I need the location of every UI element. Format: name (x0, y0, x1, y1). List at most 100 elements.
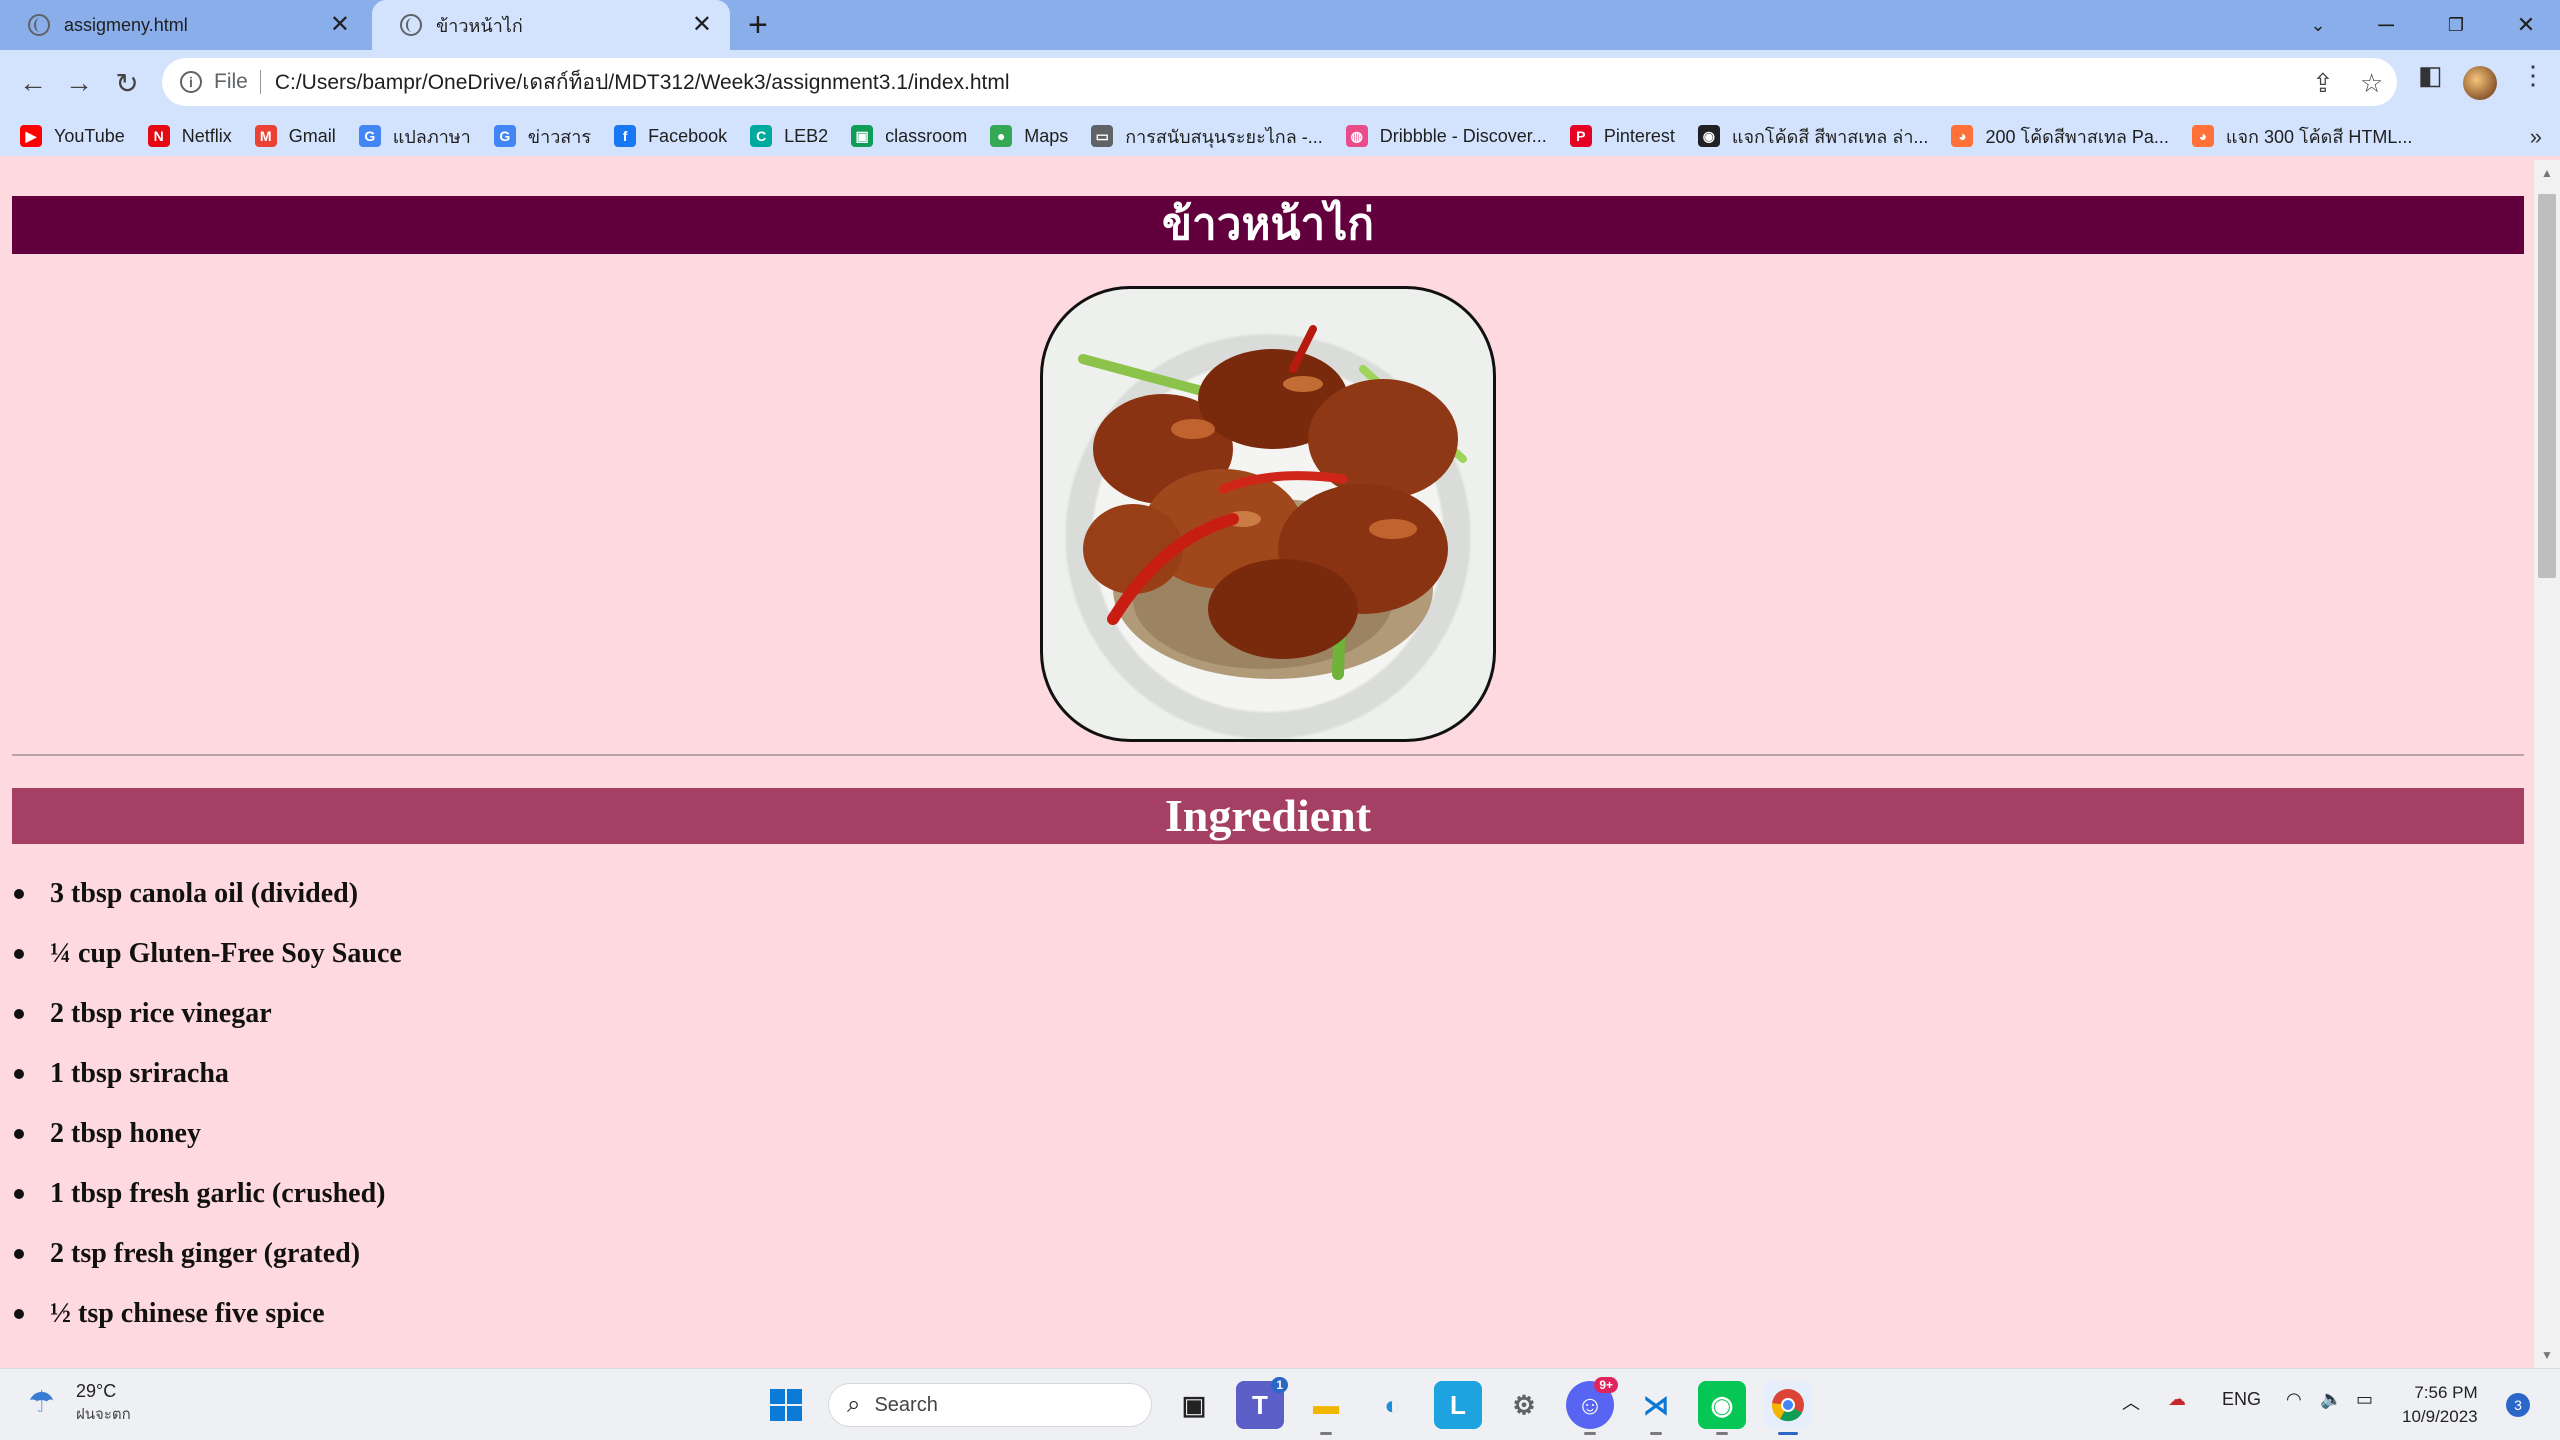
bookmark-globe[interactable]: ◉ แจกโค้ดสี สีพาสเทล ล่า... (1697, 122, 1929, 151)
volume-icon[interactable]: 🔈 (2320, 1389, 2342, 1410)
remote-support-icon: ▭ (1091, 125, 1114, 147)
ingredient-item: 2 tsp fresh ginger (grated) (12, 1224, 402, 1284)
bookmark-label: การสนับสนุนระยะไกล -... (1125, 126, 1323, 147)
minimize-button[interactable]: ─ (2356, 0, 2416, 50)
task-view-icon[interactable]: ▣ (1170, 1381, 1218, 1429)
globe-icon (28, 14, 50, 36)
netflix-icon: N (147, 125, 170, 147)
bullet-icon (14, 1249, 24, 1259)
discord-icon[interactable]: ☺ 9+ (1566, 1377, 1618, 1435)
close-tab-icon[interactable]: ✕ (330, 13, 350, 37)
bookmark-pinterest[interactable]: P Pinterest (1569, 125, 1675, 147)
tab-assigmeny[interactable]: assigmeny.html ✕ (0, 0, 368, 50)
settings-gear-icon[interactable]: ⚙ (1500, 1381, 1548, 1429)
globe-icon (400, 14, 422, 36)
facebook-icon: f (614, 125, 637, 147)
ingredient-item: 2 tbsp honey (12, 1104, 402, 1164)
teams-badge: 1 (1271, 1377, 1288, 1393)
bookmark-maps[interactable]: ● Maps (990, 125, 1068, 147)
ingredient-text: 2 tbsp rice vinegar (50, 998, 272, 1029)
battery-icon[interactable]: ▭ (2356, 1389, 2373, 1410)
tab-chicken-rice[interactable]: ข้าวหน้าไก่ ✕ (372, 0, 730, 50)
share-icon[interactable]: ⇪ (2312, 68, 2334, 99)
weather-temp: 29°C (76, 1381, 117, 1401)
classroom-icon: ▣ (851, 125, 874, 147)
chrome-icon[interactable] (1764, 1381, 1812, 1435)
bookmark-star-icon[interactable]: ☆ (2360, 68, 2383, 99)
bookmark-netflix[interactable]: N Netflix (147, 125, 232, 147)
bookmark-youtube[interactable]: ▶ YouTube (20, 125, 125, 147)
bookmark-facebook[interactable]: f Facebook (614, 125, 727, 147)
tab-strip: assigmeny.html ✕ ข้าวหน้าไก่ ✕ + ⌄ ─ ❐ ✕ (0, 0, 2560, 50)
taskbar-search-input[interactable]: ⌕ Search (828, 1383, 1152, 1427)
line-icon[interactable]: ◉ (1698, 1381, 1746, 1435)
bookmark-firefox[interactable]: ◕ แจก 300 โค้ดสี HTML... (2191, 122, 2412, 151)
url-text[interactable]: C:/Users/bampr/OneDrive/เดสก์ท็อป/MDT312… (275, 66, 1010, 99)
more-bookmarks-icon[interactable]: » (2530, 124, 2542, 150)
bookmark-label: แจกโค้ดสี สีพาสเทล ล่า... (1731, 126, 1929, 147)
side-panel-icon[interactable]: ◧ (2418, 60, 2443, 91)
scroll-up-icon[interactable]: ▲ (2541, 166, 2553, 180)
menu-kebab-icon[interactable]: ⋮ (2520, 60, 2546, 91)
clock-time: 7:56 PM (2414, 1383, 2478, 1402)
bookmark-translate[interactable]: G แปลภาษา (358, 122, 471, 151)
bullet-icon (14, 1309, 24, 1319)
bookmark-dribbble[interactable]: ◍ Dribbble - Discover... (1345, 125, 1547, 147)
page-viewport: ข้าวหน้าไก่ Ingredient 3 tbsp canola oil… (0, 160, 2530, 1368)
search-icon: ⌕ (847, 1391, 861, 1418)
new-tab-button[interactable]: + (748, 8, 768, 42)
bookmark-label: classroom (885, 125, 968, 146)
dribbble-icon: ◍ (1345, 125, 1368, 147)
vertical-scrollbar[interactable]: ▲ ▼ (2534, 160, 2560, 1368)
teams-icon[interactable]: T1 (1236, 1377, 1288, 1429)
file-explorer-icon[interactable]: ▬ (1302, 1381, 1350, 1435)
tab-search-icon[interactable]: ⌄ (2288, 0, 2348, 50)
l-app-icon[interactable]: L (1434, 1381, 1482, 1429)
globe-icon: ◉ (1697, 125, 1720, 147)
bookmark-label: Maps (1024, 125, 1069, 146)
weather-widget[interactable]: ☂ 29°C ฝนจะตก (28, 1381, 131, 1426)
ingredient-text: ½ tsp chinese five spice (50, 1298, 325, 1329)
scroll-down-icon[interactable]: ▼ (2541, 1348, 2553, 1362)
bookmark-news[interactable]: G ข่าวสาร (493, 122, 591, 151)
chicken-rice-illustration (1078, 325, 1467, 680)
bullet-icon (14, 949, 24, 959)
edge-icon[interactable]: ◐ (1368, 1381, 1416, 1429)
ingredient-heading: Ingredient (12, 788, 2524, 844)
wifi-icon[interactable]: ◠ (2286, 1389, 2302, 1410)
page-title: ข้าวหน้าไก่ (12, 196, 2524, 254)
show-hidden-icons-chevron[interactable]: ︿ (2122, 1389, 2140, 1415)
reload-icon[interactable]: ↻ (108, 64, 146, 102)
restore-button[interactable]: ❐ (2426, 0, 2486, 50)
vscode-icon[interactable]: ⋊ (1632, 1381, 1680, 1435)
active-indicator (1778, 1432, 1798, 1435)
bookmark-gmail[interactable]: M Gmail (254, 125, 336, 147)
windows-start-icon[interactable] (762, 1381, 810, 1429)
close-tab-icon[interactable]: ✕ (692, 13, 712, 37)
back-arrow-icon[interactable]: ← (14, 64, 52, 102)
scrollbar-thumb[interactable] (2538, 194, 2556, 578)
input-language[interactable]: ENG (2222, 1389, 2261, 1410)
forward-arrow-icon[interactable]: → (60, 64, 98, 102)
bookmark-leb2[interactable]: C LEB2 (750, 125, 828, 147)
ingredient-text: 3 tbsp canola oil (divided) (50, 878, 359, 909)
firefox-icon: ◕ (1951, 125, 1974, 147)
rain-umbrella-icon: ☂ (28, 1385, 55, 1419)
bookmark-label: Pinterest (1603, 125, 1675, 146)
notification-count[interactable]: 3 (2506, 1393, 2530, 1417)
bookmark-label: Gmail (288, 125, 336, 146)
ingredient-item: ½ tsp chinese five spice (12, 1284, 402, 1344)
bookmark-firefox[interactable]: ◕ 200 โค้ดสีพาสเทล Pa... (1951, 122, 2169, 151)
close-window-button[interactable]: ✕ (2496, 0, 2556, 50)
tab-title: assigmeny.html (64, 14, 188, 35)
divider-line (12, 754, 2524, 756)
address-bar[interactable]: i File C:/Users/bampr/OneDrive/เดสก์ท็อป… (162, 58, 2397, 106)
onedrive-error-icon[interactable]: ☁ (2168, 1389, 2186, 1410)
info-icon[interactable]: i (180, 71, 202, 93)
tab-title: ข้าวหน้าไก่ (436, 15, 523, 36)
system-clock[interactable]: 7:56 PM 10/9/2023 (2402, 1381, 2478, 1429)
youtube-icon: ▶ (20, 125, 42, 147)
bookmark-remote-support[interactable]: ▭ การสนับสนุนระยะไกล -... (1091, 122, 1323, 151)
bookmark-classroom[interactable]: ▣ classroom (851, 125, 967, 147)
profile-avatar[interactable] (2463, 66, 2497, 100)
